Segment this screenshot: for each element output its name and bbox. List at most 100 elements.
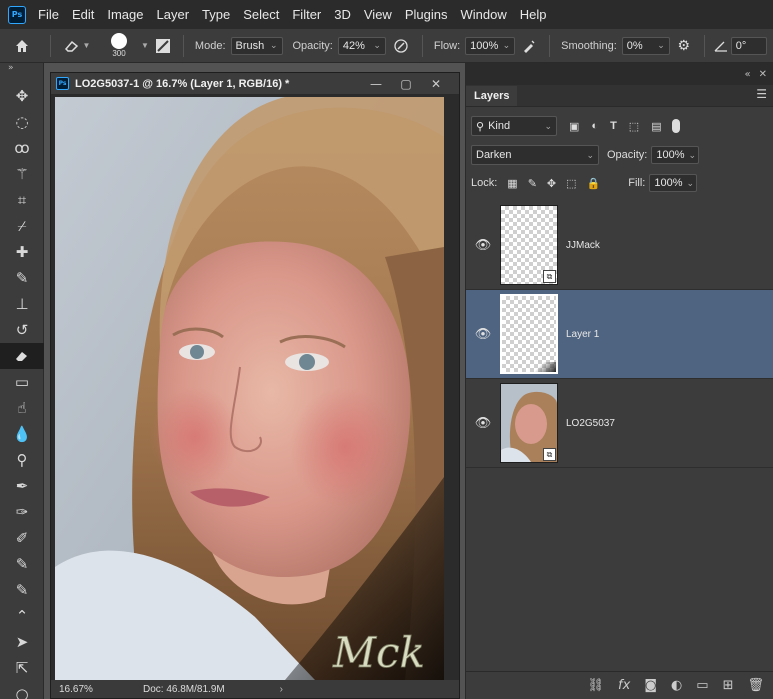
airbrush-icon[interactable]	[515, 38, 543, 54]
layer-style-fx-icon[interactable]: fx	[618, 678, 630, 693]
curvature-pen-tool-icon[interactable]: ✐	[0, 525, 44, 551]
marquee-tool-icon[interactable]: ◌	[0, 109, 44, 135]
collapse-panels-icon[interactable]: «	[744, 69, 750, 80]
minimize-icon[interactable]: —	[361, 77, 391, 91]
eraser-tool-preset-icon[interactable]: ▼	[57, 39, 97, 53]
eyedropper-tool-icon[interactable]: ⌿	[0, 213, 44, 239]
layer-name[interactable]: JJMack	[566, 240, 600, 251]
filter-shape-icon[interactable]: ⬚	[629, 120, 639, 133]
opacity-value: 42%	[342, 39, 365, 52]
angle-field[interactable]: 0°	[730, 36, 767, 55]
document-title-bar[interactable]: Ps LO2G5037-1 @ 16.7% (Layer 1, RGB/16) …	[51, 73, 459, 95]
filter-kind-dropdown[interactable]: ⚲ Kind ⌄	[471, 116, 557, 136]
add-mask-icon[interactable]: ◙	[644, 678, 657, 693]
lock-all-icon[interactable]: 🔒	[587, 177, 601, 190]
layer-row-jjmack[interactable]: 👁 ⧉ JJMack	[466, 201, 773, 290]
document-ps-icon: Ps	[56, 77, 69, 90]
menu-3d[interactable]: 3D	[334, 7, 351, 22]
lock-artboard-icon[interactable]: ⬚	[566, 177, 576, 190]
eraser-tool-icon[interactable]	[0, 343, 44, 369]
filter-pixel-icon[interactable]: ▣	[569, 120, 579, 133]
zoom-level[interactable]: 16.67%	[59, 684, 119, 695]
image-canvas[interactable]: Mck	[55, 97, 444, 680]
flow-field[interactable]: 100% ⌄	[465, 36, 516, 55]
maximize-icon[interactable]: ▢	[391, 77, 421, 91]
menu-type[interactable]: Type	[202, 7, 230, 22]
crop-tool-icon[interactable]: ⌗	[0, 187, 44, 213]
blend-mode-value: Darken	[476, 149, 512, 161]
smudge-tool-icon[interactable]: ☝	[0, 395, 44, 421]
mode-dropdown[interactable]: Brush ⌄	[230, 36, 283, 55]
layer-name[interactable]: LO2G5037	[566, 418, 615, 429]
layer-thumbnail: ⧉	[500, 383, 558, 463]
lock-position-icon[interactable]: ✥	[547, 177, 556, 190]
filter-adjustment-icon[interactable]: ◐	[591, 120, 598, 132]
new-layer-icon[interactable]: ⊞	[723, 678, 734, 693]
menu-view[interactable]: View	[364, 7, 392, 22]
blend-mode-dropdown[interactable]: Darken ⌄	[471, 145, 599, 165]
lock-image-icon[interactable]: ✎	[528, 177, 537, 190]
delete-layer-icon[interactable]: 🗑	[747, 678, 764, 693]
brush-tool-icon[interactable]: ✎	[0, 265, 44, 291]
tab-layers[interactable]: Layers	[466, 86, 518, 106]
convert-point-tool-icon[interactable]: ⌃	[0, 603, 44, 629]
fill-label: Fill:	[628, 177, 646, 189]
home-icon[interactable]	[0, 29, 44, 63]
layer-name[interactable]: Layer 1	[566, 329, 599, 340]
menu-select[interactable]: Select	[243, 7, 279, 22]
dodge-tool-icon[interactable]: ⚲	[0, 447, 44, 473]
direct-selection-tool-icon[interactable]: ⇱	[0, 655, 44, 681]
visibility-eye-icon[interactable]: 👁	[466, 327, 500, 342]
opacity-field[interactable]: 42% ⌄	[337, 36, 386, 55]
history-brush-tool-icon[interactable]: ↺	[0, 317, 44, 343]
pen-tool-icon[interactable]: ✒	[0, 473, 44, 499]
delete-anchor-point-tool-icon[interactable]: ✎	[0, 577, 44, 603]
close-dock-icon[interactable]: ✕	[759, 69, 767, 80]
layer-row-lo2g5037[interactable]: 👁 ⧉ LO2G5037	[466, 379, 773, 468]
blur-tool-icon[interactable]: 💧	[0, 421, 44, 447]
new-adjustment-layer-icon[interactable]: ◐	[671, 678, 682, 693]
lock-label: Lock:	[471, 177, 498, 189]
menu-help[interactable]: Help	[520, 7, 547, 22]
menu-image[interactable]: Image	[107, 7, 143, 22]
link-layers-icon[interactable]: ⛓	[588, 678, 605, 693]
ellipse-tool-icon[interactable]: ○	[0, 681, 44, 699]
healing-brush-tool-icon[interactable]: ✚	[0, 239, 44, 265]
status-menu-arrow-icon[interactable]: ›	[280, 684, 283, 695]
menu-filter[interactable]: Filter	[292, 7, 321, 22]
watermark-logo: Mck	[332, 628, 425, 677]
path-selection-tool-icon[interactable]: ➤	[0, 629, 44, 655]
close-icon[interactable]: ✕	[421, 77, 451, 91]
filter-type-icon[interactable]: T	[610, 120, 617, 132]
menu-layer[interactable]: Layer	[157, 7, 190, 22]
gradient-tool-icon[interactable]: ▭	[0, 369, 44, 395]
document-size-info: Doc: 46.8M/81.9M	[143, 683, 225, 695]
clone-stamp-tool-icon[interactable]: ⊥	[0, 291, 44, 317]
fill-field[interactable]: 100% ⌄	[649, 174, 698, 192]
add-anchor-point-tool-icon[interactable]: ✎	[0, 551, 44, 577]
move-tool-icon[interactable]: ✥	[0, 83, 44, 109]
gear-icon[interactable]: ⚙	[670, 37, 698, 54]
menu-edit[interactable]: Edit	[72, 7, 94, 22]
lock-transparent-icon[interactable]: ▦	[507, 177, 517, 190]
smoothing-field[interactable]: 0% ⌄	[621, 36, 670, 55]
toolbar-collapse-icon[interactable]: »	[0, 63, 43, 75]
pressure-opacity-icon[interactable]	[386, 38, 416, 54]
menu-window[interactable]: Window	[460, 7, 506, 22]
visibility-eye-icon[interactable]: 👁	[466, 416, 500, 431]
filter-smart-object-icon[interactable]: ▤	[651, 120, 661, 133]
menu-file[interactable]: File	[38, 7, 59, 22]
menu-plugins[interactable]: Plugins	[405, 7, 448, 22]
layer-opacity-field[interactable]: 100% ⌄	[651, 146, 700, 164]
brush-preset-picker[interactable]: 300	[97, 33, 141, 58]
new-group-icon[interactable]: ▭	[696, 678, 708, 693]
brush-settings-panel-icon[interactable]	[149, 38, 177, 54]
lasso-tool-icon[interactable]: ꝏ	[0, 135, 44, 161]
layer-row-layer-1[interactable]: 👁 Layer 1	[466, 290, 773, 379]
freeform-pen-tool-icon[interactable]: ✑	[0, 499, 44, 525]
smoothing-label: Smoothing:	[561, 39, 617, 52]
filter-toggle-icon[interactable]	[671, 119, 680, 133]
magic-wand-tool-icon[interactable]: ⚚	[0, 161, 44, 187]
visibility-eye-icon[interactable]: 👁	[466, 238, 500, 253]
panel-menu-icon[interactable]: ☰	[756, 87, 767, 101]
